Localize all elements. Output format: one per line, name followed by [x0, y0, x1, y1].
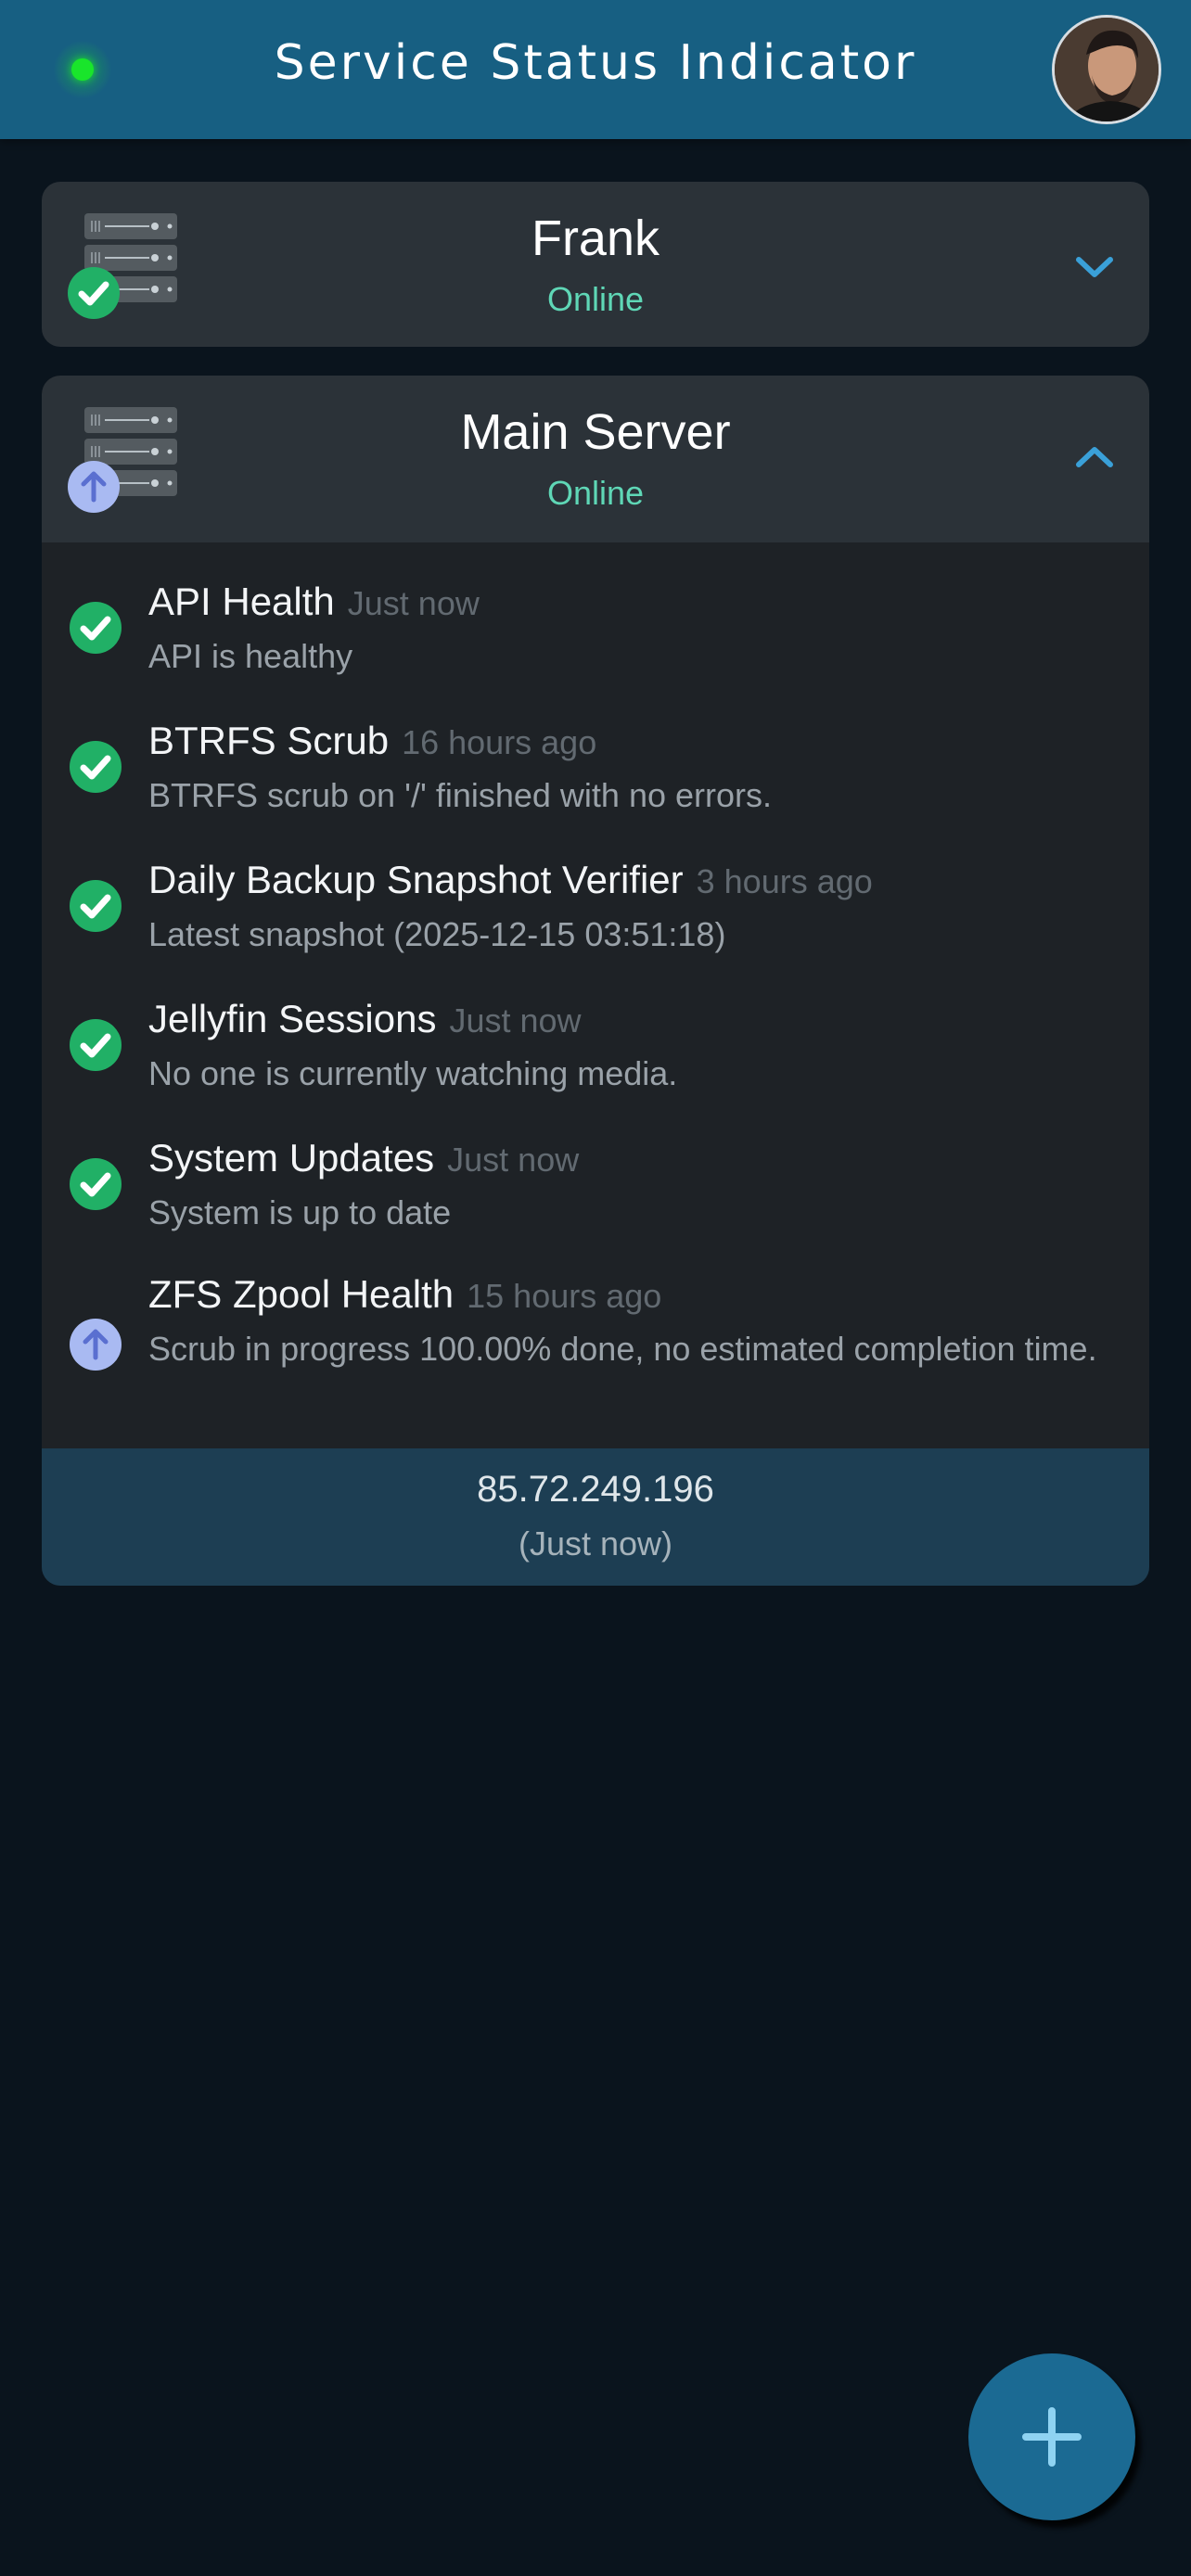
check-icon [70, 880, 122, 932]
chevron-down-icon[interactable] [1071, 249, 1118, 286]
check-title-row: System Updates Just now [148, 1136, 579, 1180]
app-title: Service Status Indicator [274, 35, 917, 91]
avatar-portrait-icon [1055, 18, 1159, 121]
check-time: Just now [447, 1141, 580, 1179]
check-title-row: Daily Backup Snapshot Verifier 3 hours ag… [148, 858, 873, 902]
server-status: Online [546, 474, 645, 512]
app-header: Service Status Indicator [0, 0, 1191, 139]
check-title: System Updates [148, 1136, 435, 1180]
server-card-footer: 85.72.249.196 (Just now) [42, 1448, 1149, 1586]
check-description: Latest snapshot (2025-12-15 03:51:18) [148, 915, 726, 953]
check-time: Just now [347, 584, 480, 622]
chevron-up-icon[interactable] [1071, 439, 1118, 476]
server-card-header[interactable]: Main Server Online [42, 376, 1149, 542]
plus-icon [1022, 2407, 1082, 2467]
server-card-frank[interactable]: Frank Online [42, 182, 1149, 347]
check-icon [70, 1019, 122, 1071]
check-description: System is up to date [148, 1193, 452, 1231]
check-title-row: API Health Just now [148, 580, 480, 624]
check-time: 15 hours ago [467, 1277, 662, 1315]
check-description: BTRFS scrub on '/' finished with no erro… [148, 776, 772, 814]
check-title-row: Jellyfin Sessions Just now [148, 997, 582, 1041]
check-time: 3 hours ago [696, 862, 873, 900]
check-title: ZFS Zpool Health [148, 1272, 455, 1316]
check-title: BTRFS Scrub [148, 719, 390, 762]
server-card-main-server: Main Server Online API Health Just now AP… [42, 376, 1149, 1586]
check-title-row: BTRFS Scrub 16 hours ago [148, 719, 596, 763]
check-title: Daily Backup Snapshot Verifier [148, 858, 684, 901]
check-time: Just now [449, 1001, 582, 1039]
server-name: Frank [531, 210, 660, 266]
check-icon [70, 602, 122, 654]
arrow-up-icon [70, 1319, 122, 1371]
last-updated-time: (Just now) [518, 1524, 673, 1562]
check-icon [70, 1158, 122, 1210]
check-description: Scrub in progress 100.00% done, no estim… [148, 1330, 1097, 1368]
check-title: API Health [148, 580, 335, 623]
user-avatar[interactable] [1052, 15, 1161, 124]
check-time: 16 hours ago [402, 723, 597, 761]
check-title-row: ZFS Zpool Health 15 hours ago [148, 1272, 661, 1317]
server-status: Online [546, 280, 645, 318]
check-icon [70, 741, 122, 793]
check-description: API is healthy [148, 637, 353, 675]
add-server-button[interactable] [968, 2353, 1135, 2520]
server-ip-address: 85.72.249.196 [477, 1469, 714, 1510]
check-description: No one is currently watching media. [148, 1054, 678, 1092]
check-title: Jellyfin Sessions [148, 997, 437, 1040]
server-name: Main Server [460, 404, 731, 460]
